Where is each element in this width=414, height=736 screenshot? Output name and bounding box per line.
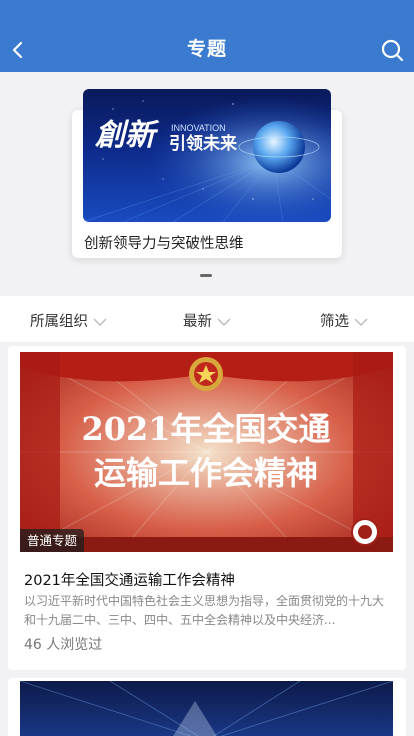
topic-title[interactable]: 2021年全国交通运输工作会精神 bbox=[24, 569, 394, 590]
carousel-indicator bbox=[200, 274, 212, 277]
banner-main-text: 創新 bbox=[95, 118, 160, 153]
chevron-down-icon bbox=[354, 318, 368, 326]
filter-screen-label: 筛选 bbox=[320, 314, 349, 330]
topic-view-count: 46 人浏览过 bbox=[24, 637, 103, 653]
chevron-down-icon bbox=[217, 318, 231, 326]
topic-type-badge: 普通专题 bbox=[20, 529, 85, 552]
topic-illustration: 2021年全国交通 运输工作会精神 bbox=[20, 352, 393, 552]
page-title: 专题 bbox=[186, 38, 227, 60]
filter-latest-label: 最新 bbox=[183, 314, 212, 330]
filter-screen[interactable]: 筛选 bbox=[320, 310, 368, 331]
topic-illustration bbox=[20, 681, 393, 736]
banner-illustration: 創新 INNOVATION 引领未来 bbox=[83, 89, 331, 222]
filter-bar: 所属组织 最新 筛选 bbox=[0, 296, 414, 342]
banner-caption[interactable]: 创新领导力与突破性思维 bbox=[84, 232, 334, 253]
chevron-down-icon bbox=[93, 318, 107, 326]
filter-latest[interactable]: 最新 bbox=[183, 310, 231, 331]
topic-image-line2: 运输工作会精神 bbox=[94, 454, 318, 492]
app-header: 专题 bbox=[0, 0, 414, 72]
banner-en-text: INNOVATION bbox=[171, 123, 226, 133]
filter-organization-label: 所属组织 bbox=[30, 314, 88, 330]
topic-image-line1: 2021年全国交通 bbox=[81, 410, 330, 448]
topic-image[interactable]: 2021年全国交通 运输工作会精神 bbox=[20, 352, 393, 552]
search-icon[interactable] bbox=[380, 38, 406, 64]
topic-description: 以习近平新时代中国特色社会主义思想为指导，全面贯彻党的十九大和十九届二中、三中、… bbox=[24, 594, 385, 627]
banner-cn-text: 引领未来 bbox=[169, 133, 238, 154]
banner-image[interactable]: 創新 INNOVATION 引领未来 bbox=[83, 89, 331, 222]
topic-image[interactable] bbox=[20, 681, 393, 736]
filter-organization[interactable]: 所属组织 bbox=[30, 310, 107, 331]
